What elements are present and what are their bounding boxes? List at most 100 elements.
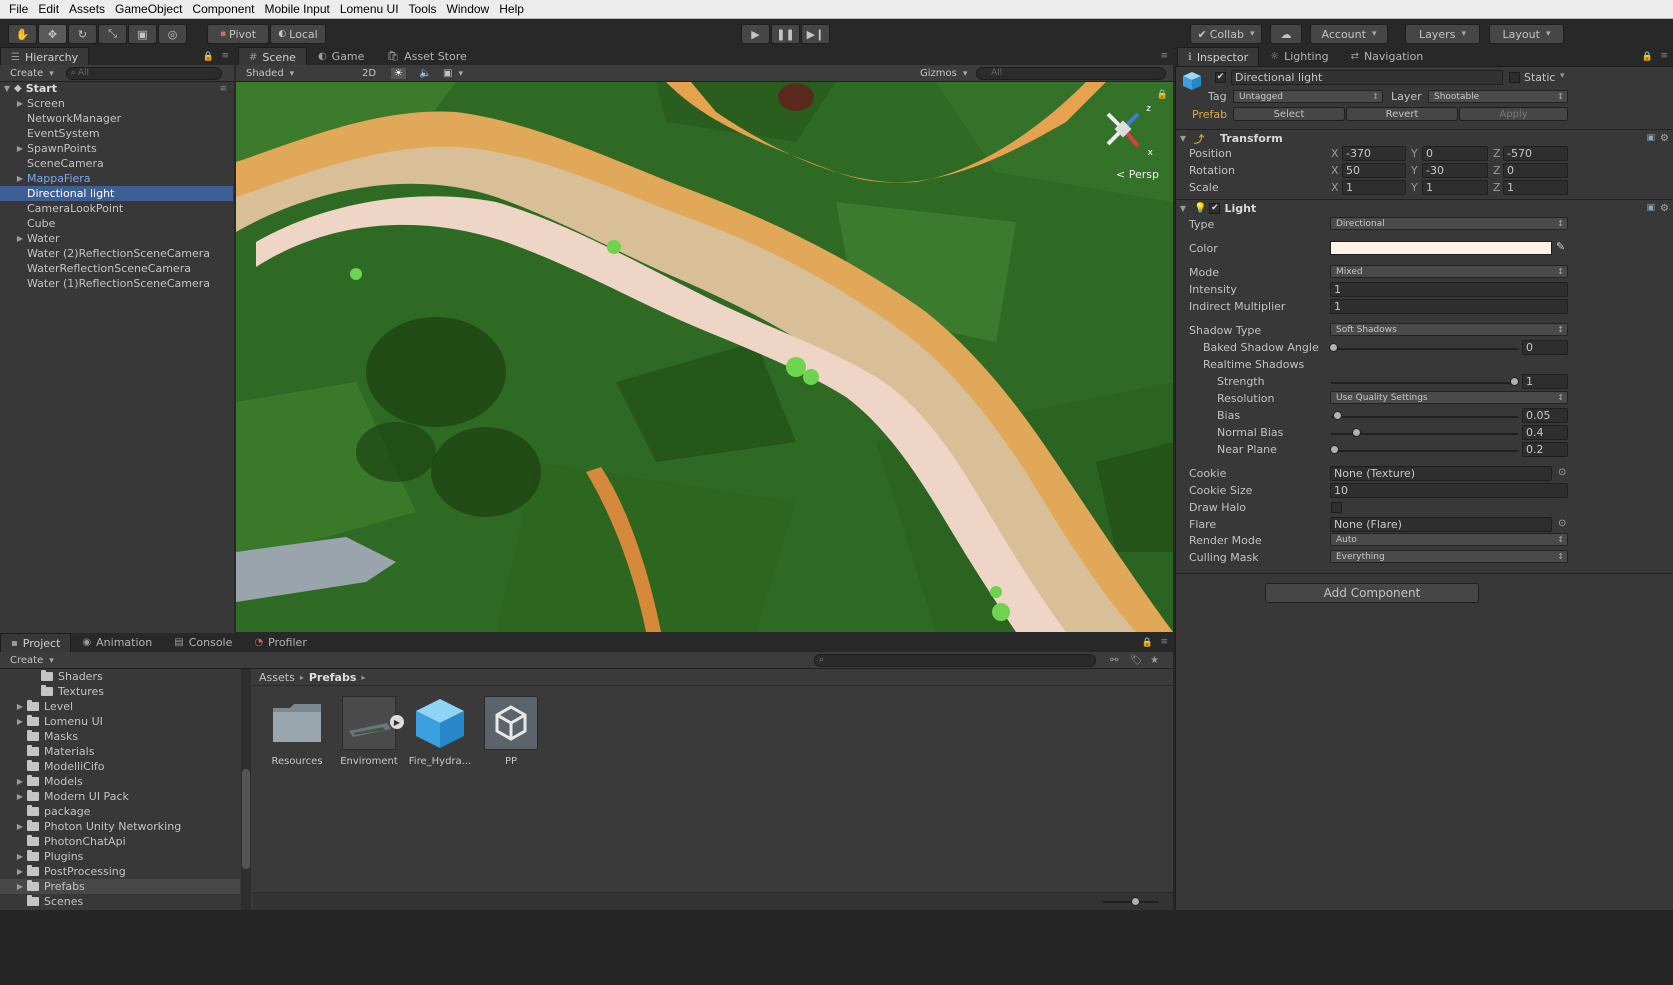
- project-search-input[interactable]: ⌕: [814, 653, 1096, 667]
- filter-type-icon[interactable]: ⚯: [1110, 655, 1118, 666]
- scene-menu-icon[interactable]: ≡: [219, 84, 227, 94]
- lock-icon[interactable]: 🔒: [1142, 638, 1153, 648]
- asset-fire-hydrant[interactable]: Fire_Hydra...: [405, 696, 475, 767]
- folder-item[interactable]: ▶ PostProcessing: [0, 864, 240, 879]
- folder-item[interactable]: Shaders: [0, 669, 240, 684]
- rect-tool-button[interactable]: ▣: [128, 24, 157, 44]
- collab-dropdown[interactable]: ✔ Collab: [1190, 24, 1262, 44]
- folder-item[interactable]: Masks: [0, 729, 240, 744]
- rotation-y-field[interactable]: -30: [1422, 163, 1488, 178]
- position-z-field[interactable]: -570: [1503, 146, 1568, 161]
- panel-menu-icon[interactable]: ≡: [1160, 51, 1168, 61]
- folder-item[interactable]: ▶ Prefabs: [0, 879, 240, 894]
- hierarchy-item[interactable]: Water (1)ReflectionSceneCamera: [0, 276, 233, 291]
- effects-dropdown[interactable]: ▣: [443, 68, 463, 79]
- rotation-z-field[interactable]: 0: [1503, 163, 1568, 178]
- hierarchy-create-button[interactable]: Create: [10, 68, 54, 79]
- play-preview-icon[interactable]: ▶: [390, 715, 404, 729]
- orientation-gizmo[interactable]: z x: [1093, 104, 1153, 164]
- expand-arrow-icon[interactable]: ▶: [13, 144, 27, 153]
- light-color-swatch[interactable]: [1330, 241, 1552, 255]
- menu-tools[interactable]: Tools: [404, 2, 442, 16]
- folder-item[interactable]: ▶ Lomenu UI: [0, 714, 240, 729]
- folder-item[interactable]: Materials: [0, 744, 240, 759]
- filter-label-icon[interactable]: 🏷: [1130, 655, 1143, 666]
- prefab-select-button[interactable]: Select: [1233, 107, 1345, 121]
- baked-shadow-angle-knob[interactable]: [1329, 343, 1338, 352]
- position-x-field[interactable]: -370: [1342, 146, 1406, 161]
- layers-dropdown[interactable]: Layers: [1405, 24, 1480, 44]
- scale-z-field[interactable]: 1: [1503, 180, 1568, 195]
- folder-item[interactable]: ▶ Models: [0, 774, 240, 789]
- expand-arrow-icon[interactable]: ▶: [13, 174, 27, 183]
- expand-arrow-icon[interactable]: ▶: [13, 702, 27, 711]
- cloud-button[interactable]: ☁: [1270, 24, 1302, 44]
- menu-help[interactable]: Help: [494, 2, 529, 16]
- hierarchy-item[interactable]: EventSystem: [0, 126, 233, 141]
- projection-toggle[interactable]: < Persp: [1116, 168, 1159, 181]
- help-icon[interactable]: ▣: [1646, 203, 1655, 213]
- eyedropper-icon[interactable]: ✎: [1556, 240, 1565, 253]
- account-dropdown[interactable]: Account: [1310, 24, 1388, 44]
- breadcrumb-assets[interactable]: Assets: [259, 671, 295, 684]
- add-component-button[interactable]: Add Component: [1265, 583, 1479, 603]
- step-button[interactable]: ▶❙: [801, 24, 830, 44]
- play-button[interactable]: ▶: [741, 24, 770, 44]
- expand-arrow-icon[interactable]: ▶: [13, 717, 27, 726]
- gear-icon[interactable]: ⚙: [1660, 203, 1669, 214]
- folder-item[interactable]: Textures: [0, 684, 240, 699]
- scale-x-field[interactable]: 1: [1342, 180, 1406, 195]
- expand-arrow-icon[interactable]: ▼: [0, 84, 14, 93]
- light-header[interactable]: ▼ 💡 ✔ Light ▣ ⚙: [1176, 199, 1673, 216]
- folder-item[interactable]: PhotonChatApi: [0, 834, 240, 849]
- expand-arrow-icon[interactable]: ▶: [13, 822, 27, 831]
- menu-edit[interactable]: Edit: [33, 2, 64, 16]
- static-dropdown-icon[interactable]: ▾: [1560, 71, 1565, 81]
- menu-gameobject[interactable]: GameObject: [110, 2, 187, 16]
- render-mode-dropdown[interactable]: Auto: [1330, 533, 1568, 546]
- asset-enviroment[interactable]: ▶ Enviroment: [334, 696, 404, 767]
- tab-scene[interactable]: # Scene: [238, 47, 307, 66]
- hierarchy-item[interactable]: Cube: [0, 216, 233, 231]
- menu-assets[interactable]: Assets: [64, 2, 110, 16]
- folder-tree-scrollbar[interactable]: [241, 669, 251, 910]
- static-checkbox[interactable]: [1509, 72, 1520, 83]
- folder-item[interactable]: ▶ Modern UI Pack: [0, 789, 240, 804]
- layout-dropdown[interactable]: Layout: [1489, 24, 1564, 44]
- position-y-field[interactable]: 0: [1422, 146, 1488, 161]
- gear-icon[interactable]: ⚙: [1660, 133, 1669, 144]
- bias-field[interactable]: 0.05: [1522, 408, 1568, 423]
- hand-tool-button[interactable]: ✋: [8, 24, 37, 44]
- zoom-slider-knob[interactable]: [1131, 897, 1140, 906]
- tab-lighting[interactable]: ☼ Lighting: [1259, 47, 1339, 66]
- menu-mobile-input[interactable]: Mobile Input: [259, 2, 334, 16]
- hierarchy-item[interactable]: Water (2)ReflectionSceneCamera: [0, 246, 233, 261]
- bias-slider[interactable]: [1331, 416, 1518, 418]
- near-plane-knob[interactable]: [1330, 445, 1339, 454]
- hierarchy-item[interactable]: ▶ MappaFiera: [0, 171, 233, 186]
- expand-arrow-icon[interactable]: ▶: [13, 99, 27, 108]
- menu-file[interactable]: File: [4, 2, 33, 16]
- draw-halo-checkbox[interactable]: [1331, 502, 1342, 513]
- baked-shadow-angle-field[interactable]: 0: [1522, 340, 1568, 355]
- normal-bias-knob[interactable]: [1352, 428, 1361, 437]
- mode-2d-toggle[interactable]: 2D: [362, 68, 376, 79]
- fold-arrow-icon[interactable]: ▼: [1176, 204, 1190, 213]
- tab-profiler[interactable]: ◔ Profiler: [243, 633, 317, 652]
- object-picker-icon[interactable]: ⊙: [1558, 467, 1566, 478]
- gizmos-dropdown[interactable]: Gizmos: [920, 68, 967, 79]
- lock-icon[interactable]: 🔒: [203, 52, 214, 62]
- folder-item[interactable]: ▶ Level: [0, 699, 240, 714]
- strength-slider[interactable]: [1331, 382, 1518, 384]
- tab-asset-store[interactable]: 🛍 Asset Store: [375, 47, 477, 66]
- move-tool-button[interactable]: ✥: [38, 24, 67, 44]
- hierarchy-item[interactable]: ▶ SpawnPoints: [0, 141, 233, 156]
- resolution-dropdown[interactable]: Use Quality Settings: [1330, 391, 1568, 404]
- folder-item[interactable]: ▶ Plugins: [0, 849, 240, 864]
- prefab-apply-button[interactable]: Apply: [1459, 107, 1568, 121]
- expand-arrow-icon[interactable]: ▶: [13, 867, 27, 876]
- panel-menu-icon[interactable]: ≡: [221, 51, 229, 61]
- strength-knob[interactable]: [1510, 377, 1519, 386]
- lighting-toggle[interactable]: ☀: [391, 67, 406, 79]
- scene-root-row[interactable]: ▼ ◆ Start ≡: [0, 81, 233, 96]
